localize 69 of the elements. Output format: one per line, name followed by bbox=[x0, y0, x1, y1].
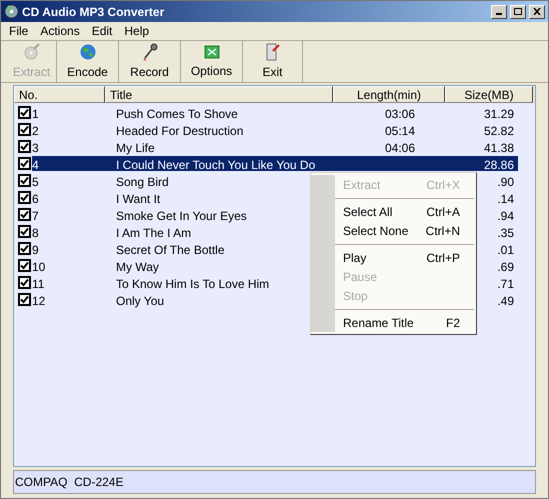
context-menu-item[interactable]: Select None Ctrl+N bbox=[335, 223, 474, 238]
track-title[interactable]: Headed For Destruction bbox=[114, 122, 344, 137]
track-number[interactable]: 7 bbox=[32, 207, 114, 222]
track-number[interactable]: 1 bbox=[32, 105, 114, 120]
track-size: 31.29 bbox=[482, 106, 515, 120]
checkbox[interactable] bbox=[18, 276, 31, 289]
track-number[interactable]: 4 bbox=[32, 156, 114, 171]
checkbox[interactable] bbox=[18, 208, 31, 221]
track-size: 28.86 bbox=[456, 156, 518, 171]
menu-item[interactable]: Actions bbox=[34, 22, 86, 40]
globe-icon bbox=[78, 42, 96, 60]
options-icon bbox=[204, 44, 220, 60]
column-header[interactable]: Title bbox=[105, 86, 333, 103]
track-length: 04:06 bbox=[384, 140, 416, 154]
track-number[interactable]: 10 bbox=[32, 258, 114, 273]
close-icon bbox=[533, 8, 541, 15]
track-number[interactable]: 8 bbox=[32, 224, 114, 239]
checkbox[interactable] bbox=[18, 293, 31, 306]
track-number[interactable]: 6 bbox=[32, 190, 114, 205]
checkbox[interactable] bbox=[18, 106, 31, 119]
track-title[interactable]: Push Comes To Shove bbox=[114, 105, 344, 120]
close-button[interactable] bbox=[529, 4, 545, 18]
track-size: .71 bbox=[496, 276, 515, 290]
track-number[interactable]: 2 bbox=[32, 122, 114, 137]
track-size: .49 bbox=[496, 293, 515, 307]
disc-icon bbox=[22, 42, 40, 60]
track-title[interactable]: My Life bbox=[114, 139, 344, 154]
menu-item[interactable]: Help bbox=[118, 22, 156, 40]
maximize-icon bbox=[514, 8, 522, 15]
track-number[interactable]: 11 bbox=[32, 275, 114, 290]
track-number[interactable]: 12 bbox=[32, 292, 114, 307]
microphone-icon bbox=[140, 42, 158, 60]
context-menu-item[interactable]: Select All Ctrl+A bbox=[335, 204, 474, 219]
checkbox[interactable] bbox=[18, 157, 31, 170]
checkbox[interactable] bbox=[18, 191, 31, 204]
track-number[interactable]: 3 bbox=[32, 139, 114, 154]
track-number[interactable]: 9 bbox=[32, 241, 114, 256]
track-size: 52.82 bbox=[482, 123, 515, 137]
track-number[interactable]: 5 bbox=[32, 173, 114, 188]
checkbox[interactable] bbox=[18, 242, 31, 255]
toolbar-button[interactable]: Encode bbox=[57, 41, 119, 82]
status-bar: COMPAQ CD-224E bbox=[13, 470, 536, 494]
track-size: .69 bbox=[496, 259, 515, 273]
checkbox[interactable] bbox=[18, 225, 31, 238]
column-header[interactable]: No. bbox=[14, 86, 105, 103]
context-menu-item[interactable]: Rename Title F2 bbox=[335, 315, 474, 330]
track-title[interactable]: I Could Never Touch You Like You Do bbox=[114, 156, 344, 171]
maximize-button[interactable] bbox=[510, 4, 526, 18]
track-size: .14 bbox=[496, 191, 515, 205]
toolbar-button[interactable]: Record bbox=[119, 41, 181, 82]
checkbox[interactable] bbox=[18, 140, 31, 153]
menu-item[interactable]: File bbox=[3, 22, 34, 40]
toolbar-button[interactable]: Options bbox=[181, 41, 243, 82]
track-size: 41.38 bbox=[482, 140, 515, 154]
checkbox[interactable] bbox=[18, 259, 31, 272]
checkbox[interactable] bbox=[18, 174, 31, 187]
track-length: 05:14 bbox=[384, 123, 416, 137]
minimize-button[interactable] bbox=[491, 4, 507, 18]
cd-icon bbox=[4, 4, 19, 19]
column-header[interactable]: Size(MB) bbox=[445, 86, 533, 103]
exit-door-icon bbox=[264, 42, 280, 60]
toolbar-button[interactable]: Exit bbox=[243, 41, 303, 82]
track-length: 03:06 bbox=[384, 106, 416, 120]
context-menu-item[interactable]: Play Ctrl+P bbox=[335, 250, 474, 265]
column-header[interactable]: Length(min) bbox=[333, 86, 445, 103]
menu-item[interactable]: Edit bbox=[86, 22, 118, 40]
track-size: .01 bbox=[496, 242, 515, 256]
checkbox[interactable] bbox=[18, 123, 31, 136]
window-title: CD Audio MP3 Converter bbox=[22, 4, 164, 20]
